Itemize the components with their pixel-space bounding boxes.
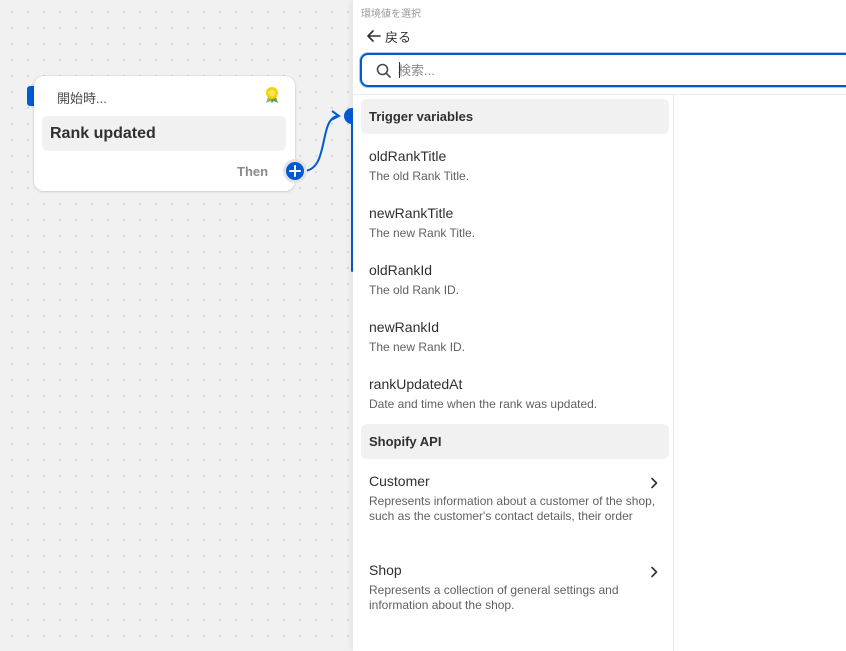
variable-item-customer[interactable]: Customer Represents information about a …	[361, 473, 669, 543]
arrow-left-icon	[367, 30, 381, 42]
section-label: Shopify API	[369, 434, 442, 449]
chevron-right-icon	[651, 566, 658, 578]
variable-name: oldRankTitle	[369, 148, 447, 164]
section-header-shopify-api: Shopify API	[361, 424, 669, 459]
variable-description: The old Rank Title.	[369, 169, 470, 183]
variable-item-oldRankId[interactable]: oldRankId The old Rank ID.	[361, 262, 669, 302]
list-divider	[353, 94, 846, 95]
back-label: 戻る	[385, 29, 412, 45]
variable-description: The new Rank ID.	[369, 340, 466, 354]
variable-description: Represents information about a customer …	[369, 494, 656, 523]
variable-name: newRankId	[369, 319, 440, 335]
panel-hint: 環境値を選択	[361, 9, 421, 20]
variable-item-oldRankTitle[interactable]: oldRankTitle The old Rank Title.	[361, 148, 669, 188]
variable-name: newRankTitle	[369, 205, 454, 221]
trigger-header-label: 開始時...	[57, 91, 107, 106]
variable-description: Represents a collection of general setti…	[369, 583, 619, 612]
search-field[interactable]	[360, 53, 846, 87]
text-caret	[399, 62, 400, 78]
variable-name: oldRankId	[369, 262, 433, 278]
search-icon	[376, 63, 391, 78]
variable-description: Date and time when the rank was updated.	[369, 397, 598, 411]
variable-name: Shop	[369, 562, 402, 578]
variable-name: rankUpdatedAt	[369, 376, 463, 392]
chevron-right-icon	[651, 477, 658, 489]
back-button[interactable]: 戻る	[367, 27, 411, 45]
then-label: Then	[237, 164, 269, 179]
variable-name: Customer	[369, 473, 430, 489]
variable-item-newRankId[interactable]: newRankId The new Rank ID.	[361, 319, 669, 359]
search-input[interactable]	[398, 59, 838, 81]
section-header-trigger-variables: Trigger variables	[361, 99, 669, 134]
column-divider	[673, 95, 674, 651]
variable-item-rankUpdatedAt[interactable]: rankUpdatedAt Date and time when the ran…	[361, 376, 669, 416]
add-step-button[interactable]	[280, 156, 310, 186]
variable-description: The new Rank Title.	[369, 226, 476, 240]
variable-description: The old Rank ID.	[369, 283, 460, 297]
section-label: Trigger variables	[369, 109, 474, 124]
trigger-title: Rank updated	[50, 125, 156, 142]
award-badge-icon	[266, 87, 278, 103]
variable-item-shop[interactable]: Shop Represents a collection of general …	[361, 562, 669, 617]
variable-item-newRankTitle[interactable]: newRankTitle The new Rank Title.	[361, 205, 669, 245]
